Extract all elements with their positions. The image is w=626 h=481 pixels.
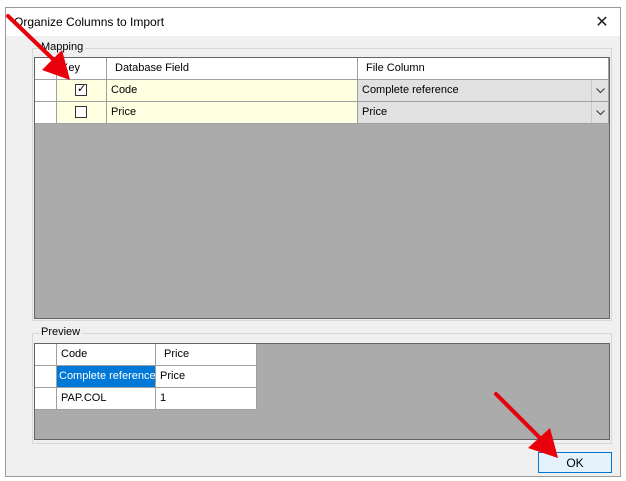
row-header[interactable] xyxy=(35,102,57,124)
row-header[interactable] xyxy=(35,388,57,410)
ok-button[interactable]: OK xyxy=(538,452,612,473)
file-column-combobox-code[interactable]: Complete reference xyxy=(358,80,609,102)
preview-cell[interactable]: Price xyxy=(156,366,257,388)
preview-cell[interactable]: 1 xyxy=(156,388,257,410)
mapping-group-label: Mapping xyxy=(39,41,86,53)
file-column-combobox-price[interactable]: Price xyxy=(358,102,609,124)
organize-columns-dialog: Organize Columns to Import ✕ Mapping Key… xyxy=(5,7,621,477)
column-header-key[interactable]: Key xyxy=(57,58,107,80)
preview-header-row: Code Price xyxy=(35,344,257,366)
preview-row: Complete reference Price xyxy=(35,366,257,388)
file-column-value: Complete reference xyxy=(362,84,459,96)
file-column-value: Price xyxy=(362,106,388,118)
mapping-header-row: Key Database Field File Column xyxy=(35,58,609,80)
key-checkbox-price[interactable] xyxy=(75,106,87,118)
mapping-grid[interactable]: Key Database Field File Column ✓ Code Co… xyxy=(34,57,610,319)
mapping-row: Price Price xyxy=(35,102,609,124)
column-header-database-field[interactable]: Database Field xyxy=(107,58,358,80)
close-icon[interactable]: ✕ xyxy=(584,8,620,36)
key-cell xyxy=(57,102,107,124)
preview-row: PAP.COL 1 xyxy=(35,388,257,410)
chevron-down-icon[interactable] xyxy=(591,80,608,101)
row-header[interactable] xyxy=(35,80,57,102)
preview-group-label: Preview xyxy=(39,326,83,338)
key-checkbox-code[interactable]: ✓ xyxy=(75,83,87,96)
preview-column-header[interactable]: Code xyxy=(57,344,156,366)
mapping-row: ✓ Code Complete reference xyxy=(35,80,609,102)
key-cell: ✓ xyxy=(57,80,107,102)
column-header-file-column[interactable]: File Column xyxy=(358,58,609,80)
preview-column-header[interactable]: Price xyxy=(156,344,257,366)
window-title: Organize Columns to Import xyxy=(14,15,165,29)
preview-cell[interactable]: PAP.COL xyxy=(57,388,156,410)
preview-cell[interactable]: Complete reference xyxy=(57,366,156,388)
title-bar: Organize Columns to Import ✕ xyxy=(6,8,620,36)
preview-corner-cell xyxy=(35,344,57,366)
chevron-down-icon[interactable] xyxy=(591,102,608,123)
database-field-cell: Code xyxy=(107,80,358,102)
row-header[interactable] xyxy=(35,366,57,388)
check-icon: ✓ xyxy=(77,83,87,95)
preview-grid[interactable]: Code Price Complete reference Price PAP.… xyxy=(34,343,610,440)
mapping-corner-cell xyxy=(35,58,57,80)
database-field-cell: Price xyxy=(107,102,358,124)
